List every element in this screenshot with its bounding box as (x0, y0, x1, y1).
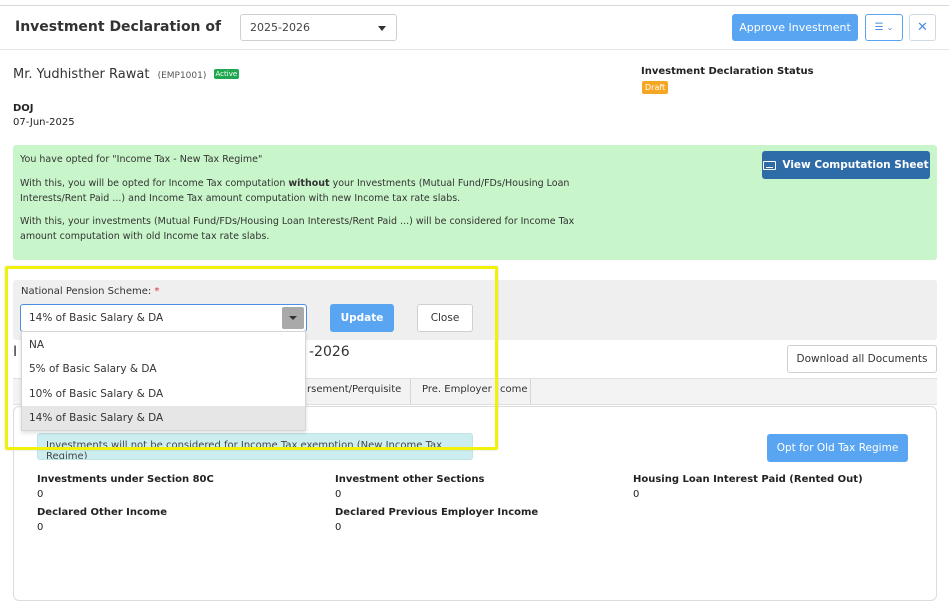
summary-label-80c: Investments under Section 80C (37, 474, 214, 485)
chevron-down-icon: ⌄ (886, 23, 894, 32)
highlight-box (5, 266, 498, 450)
view-computation-sheet-label: View Computation Sheet (782, 159, 929, 171)
keyboard-icon (763, 160, 777, 170)
tab-pre-employer-income-tail: come (500, 384, 528, 395)
list-menu-button[interactable]: ☰ ⌄ (865, 14, 903, 41)
approve-investment-button[interactable]: Approve Investment (732, 14, 858, 41)
header-divider (0, 49, 949, 50)
financial-year-value: 2025-2026 (250, 21, 310, 34)
list-view-icon: ☰ (874, 22, 884, 33)
financial-year-select[interactable]: 2025-2026 (240, 14, 397, 41)
view-computation-sheet-button[interactable]: View Computation Sheet (762, 151, 930, 179)
summary-label-other-sections: Investment other Sections (335, 474, 485, 485)
draft-status-badge: Draft (642, 81, 669, 94)
tab-divider (530, 379, 531, 404)
chevron-down-icon (378, 26, 386, 31)
old-regime-description: With this, your investments (Mutual Fund… (20, 214, 620, 244)
page-title: Investment Declaration of (15, 19, 222, 35)
new-regime-text-c: Interests/Rent Paid ...) and Income Tax … (20, 193, 461, 204)
summary-value-other-sections: 0 (335, 489, 342, 500)
summary-value-80c: 0 (37, 489, 44, 500)
summary-label-other-income: Declared Other Income (37, 507, 167, 518)
declaration-status-label: Investment Declaration Status (641, 66, 814, 77)
summary-value-other-income: 0 (37, 522, 44, 533)
opt-old-tax-regime-button[interactable]: Opt for Old Tax Regime (767, 434, 908, 462)
summary-value-housing-loan: 0 (633, 489, 640, 500)
new-regime-text-a: With this, you will be opted for Income … (20, 178, 289, 189)
new-regime-text-b: your Investments (Mutual Fund/FDs/Housin… (329, 178, 570, 189)
employee-info: Mr. Yudhisther Rawat (EMP1001) Active (13, 67, 240, 82)
doj-label: DOJ (13, 103, 34, 114)
summary-value-prev-employer: 0 (335, 522, 342, 533)
regime-opted-text: You have opted for "Income Tax - New Tax… (20, 154, 263, 165)
without-emphasis: without (288, 178, 330, 189)
employee-code: (EMP1001) (157, 71, 207, 81)
download-all-documents-button[interactable]: Download all Documents (787, 345, 937, 373)
summary-label-prev-employer: Declared Previous Employer Income (335, 507, 539, 518)
active-status-badge: Active (213, 69, 240, 79)
doj-value: 07-Jun-2025 (13, 117, 75, 128)
employee-name: Mr. Yudhisther Rawat (13, 67, 150, 82)
summary-label-housing-loan: Housing Loan Interest Paid (Rented Out) (633, 474, 863, 485)
close-icon: ✕ (917, 20, 928, 35)
new-regime-description: With this, you will be opted for Income … (20, 176, 610, 206)
old-regime-text-b: amount computation with old Income tax r… (20, 231, 270, 242)
top-divider (0, 5, 949, 6)
old-regime-text-a: With this, your investments (Mutual Fund… (20, 216, 575, 227)
close-button[interactable]: ✕ (909, 14, 936, 41)
